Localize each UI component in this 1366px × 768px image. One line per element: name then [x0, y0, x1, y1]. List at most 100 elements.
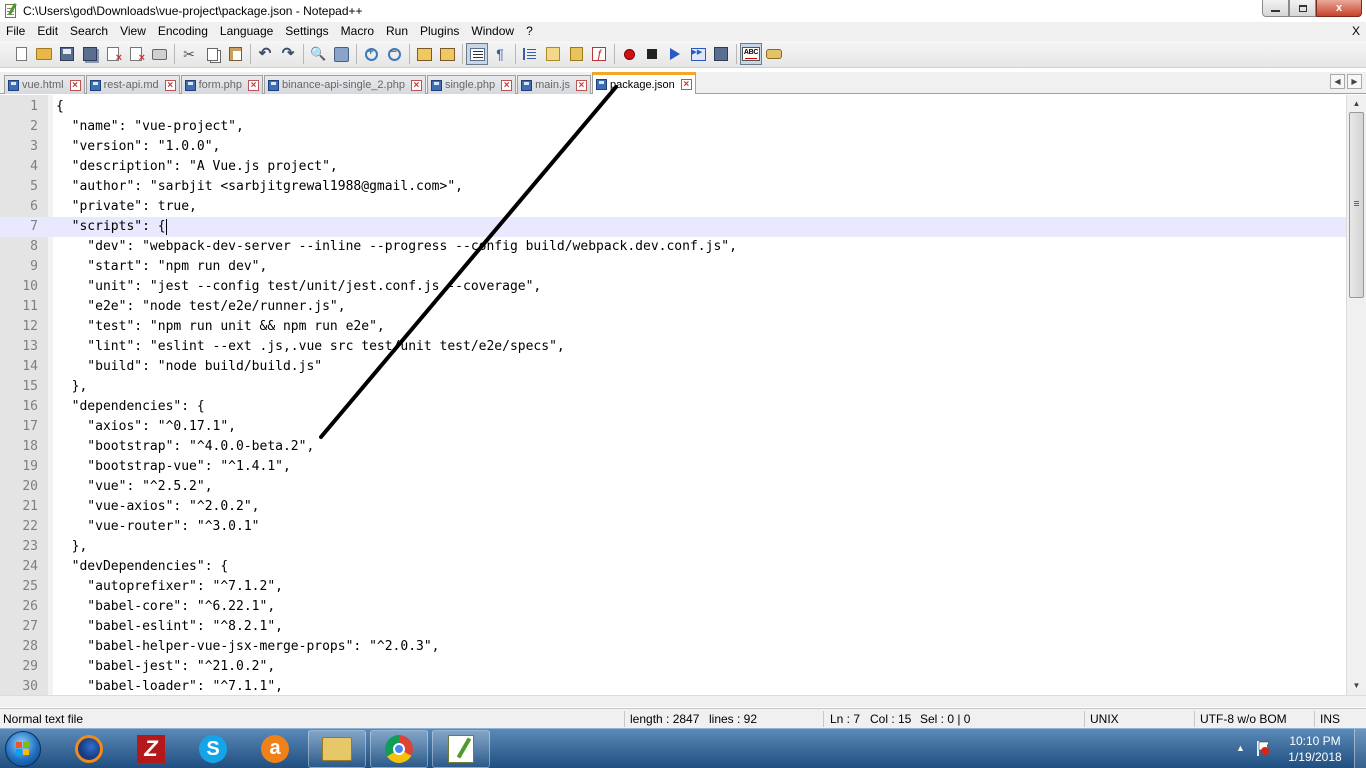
tab-close-icon[interactable]: ×: [164, 79, 176, 91]
line-text[interactable]: {: [56, 97, 64, 117]
save-button[interactable]: [56, 43, 78, 65]
document-map-button[interactable]: [565, 43, 587, 65]
indent-guide-button[interactable]: [519, 43, 541, 65]
playback-macro-button[interactable]: [664, 43, 686, 65]
document-tab[interactable]: main.js ×: [517, 75, 591, 94]
word-wrap-button[interactable]: [466, 43, 488, 65]
menu-plugins[interactable]: Plugins: [414, 22, 465, 41]
line-text[interactable]: "unit": "jest --config test/unit/jest.co…: [56, 277, 541, 297]
print-button[interactable]: [148, 43, 170, 65]
zoom-out-button[interactable]: [383, 43, 405, 65]
line-text[interactable]: "e2e": "node test/e2e/runner.js",: [56, 297, 345, 317]
taskbar-avast[interactable]: a: [246, 730, 304, 768]
document-tab[interactable]: package.json ×: [591, 72, 696, 94]
zoom-in-button[interactable]: [360, 43, 382, 65]
menu-file[interactable]: File: [0, 22, 31, 41]
close-all-button[interactable]: [125, 43, 147, 65]
vertical-scrollbar[interactable]: ▲ ▼: [1346, 95, 1366, 695]
run-macro-multiple-button[interactable]: [687, 43, 709, 65]
menu-edit[interactable]: Edit: [31, 22, 64, 41]
line-text[interactable]: },: [56, 537, 88, 557]
line-text[interactable]: "babel-loader": "^7.1.1",: [56, 677, 283, 697]
record-macro-button[interactable]: [618, 43, 640, 65]
new-file-button[interactable]: [10, 43, 32, 65]
system-clock[interactable]: 10:10 PM 1/19/2018: [1280, 733, 1350, 765]
tab-close-icon[interactable]: ×: [680, 79, 692, 90]
scroll-down-button[interactable]: ▼: [1350, 679, 1363, 692]
copy-button[interactable]: [201, 43, 223, 65]
taskbar-notepadpp[interactable]: [432, 730, 490, 768]
restore-button[interactable]: [1289, 0, 1316, 17]
menu-settings[interactable]: Settings: [279, 22, 334, 41]
tab-close-icon[interactable]: ×: [69, 79, 81, 91]
line-text[interactable]: "devDependencies": {: [56, 557, 229, 577]
line-text[interactable]: "start": "npm run dev",: [56, 257, 267, 277]
notepadpp-app-icon[interactable]: [3, 3, 19, 19]
menu-encoding[interactable]: Encoding: [152, 22, 214, 41]
status-encoding[interactable]: UTF-8 w/o BOM: [1200, 709, 1287, 729]
stop-recording-button[interactable]: [641, 43, 663, 65]
tab-scroll-left-button[interactable]: ◀: [1330, 74, 1345, 89]
cut-button[interactable]: ✂: [178, 43, 200, 65]
menu-run[interactable]: Run: [380, 22, 414, 41]
save-all-button[interactable]: [79, 43, 101, 65]
line-text[interactable]: "private": true,: [56, 197, 197, 217]
plugin-button[interactable]: [763, 43, 785, 65]
menu-search[interactable]: Search: [64, 22, 114, 41]
line-text[interactable]: "autoprefixer": "^7.1.2",: [56, 577, 283, 597]
start-button[interactable]: [5, 731, 41, 767]
close-button[interactable]: x: [1316, 0, 1362, 17]
menu-help[interactable]: ?: [520, 22, 539, 41]
show-hidden-icons-button[interactable]: ▲: [1236, 743, 1245, 753]
close-file-button[interactable]: [102, 43, 124, 65]
tab-close-icon[interactable]: ×: [575, 79, 587, 91]
taskbar-filezilla[interactable]: Z: [122, 730, 180, 768]
editor-area[interactable]: 1{2 "name": "vue-project", 3 "version": "…: [0, 95, 1366, 707]
line-text[interactable]: "vue": "^2.5.2",: [56, 477, 212, 497]
document-tab[interactable]: binance-api-single_2.php ×: [264, 75, 426, 94]
line-text[interactable]: "test": "npm run unit && npm run e2e",: [56, 317, 384, 337]
minimize-button[interactable]: [1262, 0, 1289, 17]
scrollbar-thumb[interactable]: [1349, 112, 1364, 298]
line-text[interactable]: "vue-router": "^3.0.1": [56, 517, 259, 537]
document-tab[interactable]: form.php ×: [180, 75, 264, 94]
tab-close-icon[interactable]: ×: [410, 79, 422, 91]
line-text[interactable]: "build": "node build/build.js": [56, 357, 322, 377]
menu-language[interactable]: Language: [214, 22, 279, 41]
user-language-button[interactable]: [542, 43, 564, 65]
close-document-button[interactable]: X: [1352, 22, 1360, 41]
line-text[interactable]: "author": "sarbjit <sarbjitgrewal1988@gm…: [56, 177, 463, 197]
document-tab[interactable]: single.php ×: [426, 75, 517, 94]
show-desktop-button[interactable]: [1354, 729, 1366, 768]
line-text[interactable]: "bootstrap-vue": "^1.4.1",: [56, 457, 291, 477]
taskbar-firefox[interactable]: [60, 730, 118, 768]
line-text[interactable]: "scripts": {: [56, 217, 166, 237]
menu-window[interactable]: Window: [465, 22, 520, 41]
tab-scroll-right-button[interactable]: ▶: [1347, 74, 1362, 89]
open-file-button[interactable]: [33, 43, 55, 65]
undo-button[interactable]: ↶: [254, 43, 276, 65]
paste-button[interactable]: [224, 43, 246, 65]
save-macro-button[interactable]: [710, 43, 732, 65]
line-text[interactable]: "version": "1.0.0",: [56, 137, 221, 157]
document-tab[interactable]: vue.html ×: [4, 75, 85, 94]
line-text[interactable]: },: [56, 377, 88, 397]
line-text[interactable]: "name": "vue-project",: [56, 117, 244, 137]
line-text[interactable]: "vue-axios": "^2.0.2",: [56, 497, 259, 517]
function-list-button[interactable]: [588, 43, 610, 65]
status-eol-format[interactable]: UNIX: [1090, 709, 1119, 729]
line-text[interactable]: "dev": "webpack-dev-server --inline --pr…: [56, 237, 737, 257]
scroll-up-button[interactable]: ▲: [1350, 97, 1363, 110]
line-text[interactable]: "babel-helper-vue-jsx-merge-props": "^2.…: [56, 637, 439, 657]
menu-macro[interactable]: Macro: [335, 22, 380, 41]
sync-vertical-button[interactable]: [413, 43, 435, 65]
redo-button[interactable]: ↷: [277, 43, 299, 65]
taskbar-skype[interactable]: S: [184, 730, 242, 768]
line-text[interactable]: "bootstrap": "^4.0.0-beta.2",: [56, 437, 314, 457]
sync-horizontal-button[interactable]: [436, 43, 458, 65]
action-center-flag-icon[interactable]: [1256, 741, 1270, 756]
tab-close-icon[interactable]: ×: [501, 79, 513, 91]
line-text[interactable]: "lint": "eslint --ext .js,.vue src test/…: [56, 337, 564, 357]
replace-button[interactable]: [330, 43, 352, 65]
status-insert-mode[interactable]: INS: [1320, 709, 1340, 729]
